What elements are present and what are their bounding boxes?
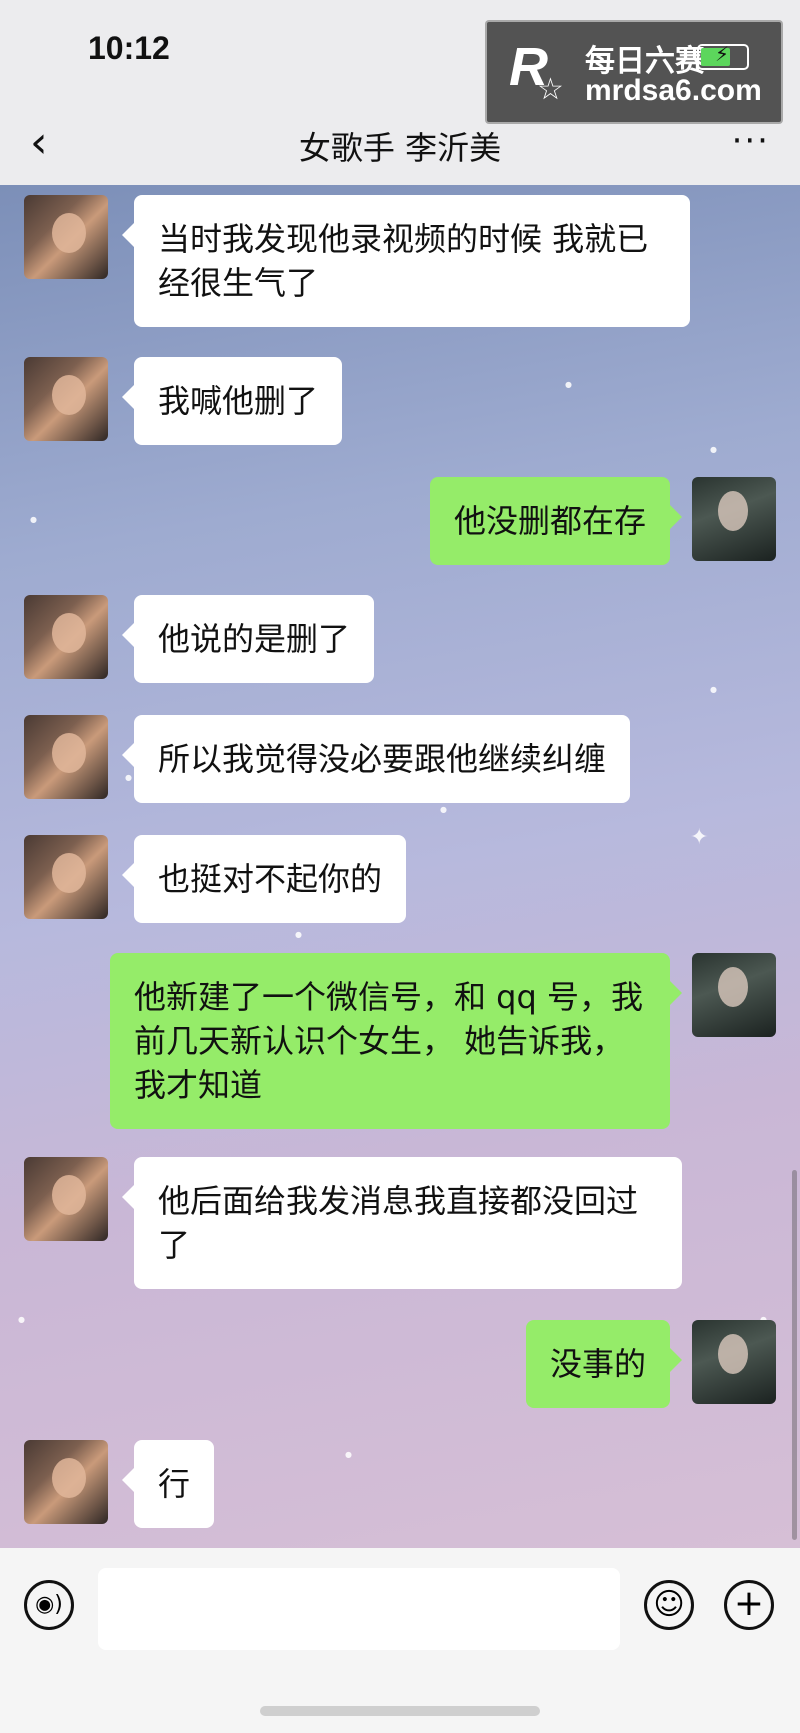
message-bubble-received[interactable]: 当时我发现他录视频的时候 我就已经很生气了 xyxy=(122,195,690,327)
chat-message-area[interactable]: ● ● ● ● ● ● ● ● ● ● ● ● ● ✦ ● 当时我发现他录视频的… xyxy=(0,185,800,1548)
contact-avatar[interactable] xyxy=(24,1157,108,1241)
voice-icon[interactable]: ◉) xyxy=(24,1580,74,1630)
message-bubble-received[interactable]: 我喊他删了 xyxy=(121,357,343,445)
chat-title: 女歌手 李沂美 xyxy=(298,129,502,167)
contact-avatar[interactable] xyxy=(24,835,108,919)
contact-avatar[interactable] xyxy=(24,357,108,441)
message-bubble-sent[interactable]: 他新建了一个微信号，和 qq 号，我前几天新认识个女生， 她告诉我，我才知道 xyxy=(110,953,682,1129)
message-bubble-sent[interactable]: 他没删都在存 xyxy=(429,477,683,565)
watermark-logo: R ☆ 每日六赛 mrdsa6.com ⚡ xyxy=(485,20,783,124)
message-bubble-received[interactable]: 所以我觉得没必要跟他继续纠缠 xyxy=(121,715,631,803)
battery-icon: ⚡ xyxy=(697,42,749,70)
input-bar: ◉) ☺ + xyxy=(0,1548,800,1733)
message-bubble-received[interactable]: 行 xyxy=(121,1440,215,1528)
message-bubble-received[interactable]: 也挺对不起你的 xyxy=(121,835,407,923)
contact-avatar[interactable] xyxy=(24,195,108,279)
status-time: 10:12 xyxy=(88,30,170,66)
plus-icon[interactable]: + xyxy=(724,1580,774,1630)
contact-avatar[interactable] xyxy=(24,595,108,679)
emoji-icon[interactable]: ☺ xyxy=(644,1580,694,1630)
home-indicator xyxy=(260,1706,540,1716)
more-icon[interactable]: ··· xyxy=(732,121,770,161)
scrollbar[interactable] xyxy=(792,1170,797,1540)
my-avatar[interactable] xyxy=(692,477,776,561)
contact-avatar[interactable] xyxy=(24,715,108,799)
message-bubble-received[interactable]: 他说的是删了 xyxy=(121,595,375,683)
message-bubble-sent[interactable]: 没事的 xyxy=(525,1320,683,1408)
contact-avatar[interactable] xyxy=(24,1440,108,1524)
my-avatar[interactable] xyxy=(692,1320,776,1404)
star-icon: ☆ xyxy=(537,72,564,107)
message-bubble-received[interactable]: 他后面给我发消息我直接都没回过了 xyxy=(122,1157,682,1289)
my-avatar[interactable] xyxy=(692,953,776,1037)
watermark-url: mrdsa6.com xyxy=(585,74,762,107)
message-input[interactable] xyxy=(98,1568,620,1650)
